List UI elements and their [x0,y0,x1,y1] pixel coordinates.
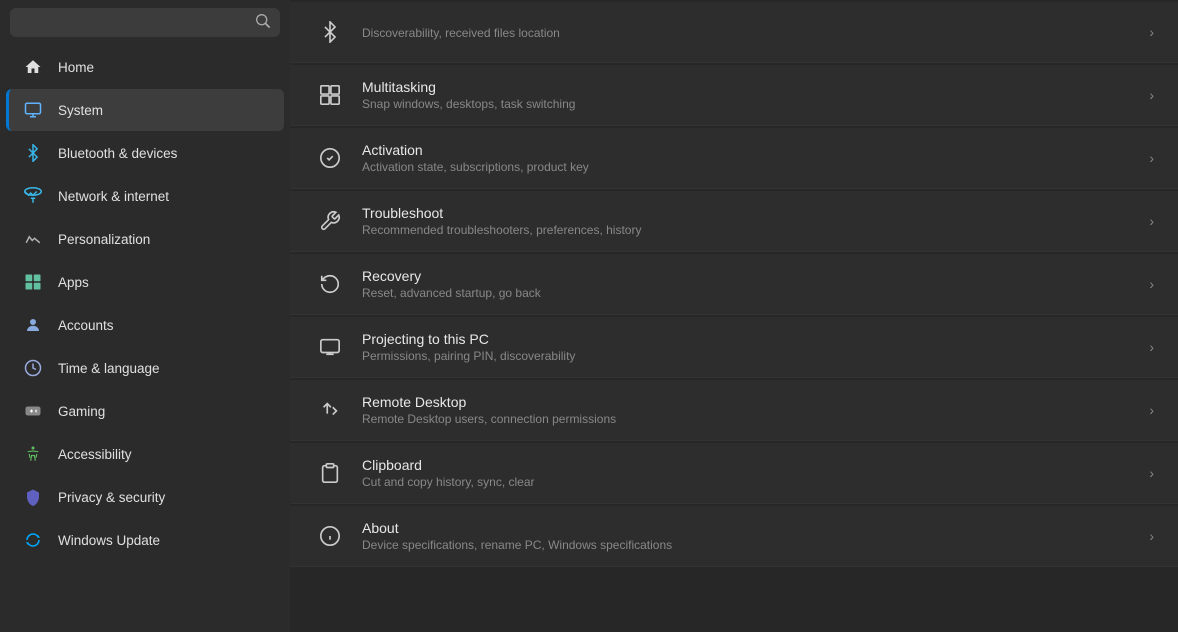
bluetooth-top-icon [314,16,346,48]
search-input[interactable] [20,15,248,30]
item-text-troubleshoot: Troubleshoot Recommended troubleshooters… [362,205,1133,237]
item-title-multitasking: Multitasking [362,79,1133,95]
settings-item-troubleshoot[interactable]: Troubleshoot Recommended troubleshooters… [290,191,1178,252]
sidebar-item-network[interactable]: Network & internet [6,175,284,217]
item-title-projecting: Projecting to this PC [362,331,1133,347]
item-text-clipboard: Clipboard Cut and copy history, sync, cl… [362,457,1133,489]
settings-item-remote-desktop[interactable]: Remote Desktop Remote Desktop users, con… [290,380,1178,441]
sidebar-item-gaming[interactable]: Gaming [6,390,284,432]
item-title-clipboard: Clipboard [362,457,1133,473]
search-icon [256,14,270,31]
sidebar-item-label: Network & internet [58,189,169,204]
settings-item-projecting[interactable]: Projecting to this PC Permissions, pairi… [290,317,1178,378]
item-text-activation: Activation Activation state, subscriptio… [362,142,1133,174]
chevron-right-icon: › [1149,528,1154,544]
chevron-right-icon: › [1149,465,1154,481]
sidebar: Home System Bluetooth & devices Network … [0,0,290,632]
clipboard-icon [314,457,346,489]
time-icon [22,357,44,379]
sidebar-item-system[interactable]: System [6,89,284,131]
apps-icon [22,271,44,293]
sidebar-item-privacy[interactable]: Privacy & security [6,476,284,518]
about-icon [314,520,346,552]
sidebar-item-label: Gaming [58,404,105,419]
system-icon [22,99,44,121]
troubleshoot-icon [314,205,346,237]
sidebar-item-bluetooth[interactable]: Bluetooth & devices [6,132,284,174]
update-icon [22,529,44,551]
sidebar-item-label: Time & language [58,361,160,376]
remote-desktop-icon [314,394,346,426]
personalization-icon [22,228,44,250]
sidebar-item-label: Accounts [58,318,114,333]
item-subtitle-about: Device specifications, rename PC, Window… [362,538,1133,552]
sidebar-item-home[interactable]: Home [6,46,284,88]
item-title-remote-desktop: Remote Desktop [362,394,1133,410]
sidebar-item-label: Home [58,60,94,75]
accounts-icon [22,314,44,336]
item-title-recovery: Recovery [362,268,1133,284]
multitasking-icon [314,79,346,111]
item-text-bluetooth-top: Discoverability, received files location [362,24,1133,40]
sidebar-item-personalization[interactable]: Personalization [6,218,284,260]
item-subtitle-multitasking: Snap windows, desktops, task switching [362,97,1133,111]
chevron-right-icon: › [1149,150,1154,166]
item-subtitle-clipboard: Cut and copy history, sync, clear [362,475,1133,489]
item-title-about: About [362,520,1133,536]
sidebar-item-label: Apps [58,275,89,290]
sidebar-item-time[interactable]: Time & language [6,347,284,389]
privacy-icon [22,486,44,508]
item-text-projecting: Projecting to this PC Permissions, pairi… [362,331,1133,363]
accessibility-icon [22,443,44,465]
item-subtitle-projecting: Permissions, pairing PIN, discoverabilit… [362,349,1133,363]
sidebar-item-label: Personalization [58,232,150,247]
sidebar-item-update[interactable]: Windows Update [6,519,284,561]
chevron-right-icon: › [1149,24,1154,40]
item-subtitle-remote-desktop: Remote Desktop users, connection permiss… [362,412,1133,426]
activation-icon [314,142,346,174]
projecting-icon [314,331,346,363]
network-icon [22,185,44,207]
item-text-multitasking: Multitasking Snap windows, desktops, tas… [362,79,1133,111]
settings-item-clipboard[interactable]: Clipboard Cut and copy history, sync, cl… [290,443,1178,504]
chevron-right-icon: › [1149,87,1154,103]
sidebar-item-label: Bluetooth & devices [58,146,177,161]
settings-item-multitasking[interactable]: Multitasking Snap windows, desktops, tas… [290,65,1178,126]
recovery-icon [314,268,346,300]
item-title-troubleshoot: Troubleshoot [362,205,1133,221]
chevron-right-icon: › [1149,276,1154,292]
main-content: Discoverability, received files location… [290,0,1178,632]
sidebar-item-label: System [58,103,103,118]
search-bar[interactable] [10,8,280,37]
sidebar-item-label: Accessibility [58,447,132,462]
item-subtitle-activation: Activation state, subscriptions, product… [362,160,1133,174]
settings-item-bluetooth-top[interactable]: Discoverability, received files location… [290,2,1178,63]
item-text-about: About Device specifications, rename PC, … [362,520,1133,552]
settings-item-recovery[interactable]: Recovery Reset, advanced startup, go bac… [290,254,1178,315]
chevron-right-icon: › [1149,402,1154,418]
item-text-recovery: Recovery Reset, advanced startup, go bac… [362,268,1133,300]
chevron-right-icon: › [1149,213,1154,229]
sidebar-item-label: Privacy & security [58,490,165,505]
gaming-icon [22,400,44,422]
sidebar-item-accessibility[interactable]: Accessibility [6,433,284,475]
sidebar-item-accounts[interactable]: Accounts [6,304,284,346]
bluetooth-icon [22,142,44,164]
item-subtitle-recovery: Reset, advanced startup, go back [362,286,1133,300]
item-subtitle-bluetooth-top: Discoverability, received files location [362,26,1133,40]
item-text-remote-desktop: Remote Desktop Remote Desktop users, con… [362,394,1133,426]
sidebar-item-apps[interactable]: Apps [6,261,284,303]
home-icon [22,56,44,78]
sidebar-item-label: Windows Update [58,533,160,548]
settings-item-activation[interactable]: Activation Activation state, subscriptio… [290,128,1178,189]
item-title-activation: Activation [362,142,1133,158]
chevron-right-icon: › [1149,339,1154,355]
settings-item-about[interactable]: About Device specifications, rename PC, … [290,506,1178,567]
item-subtitle-troubleshoot: Recommended troubleshooters, preferences… [362,223,1133,237]
